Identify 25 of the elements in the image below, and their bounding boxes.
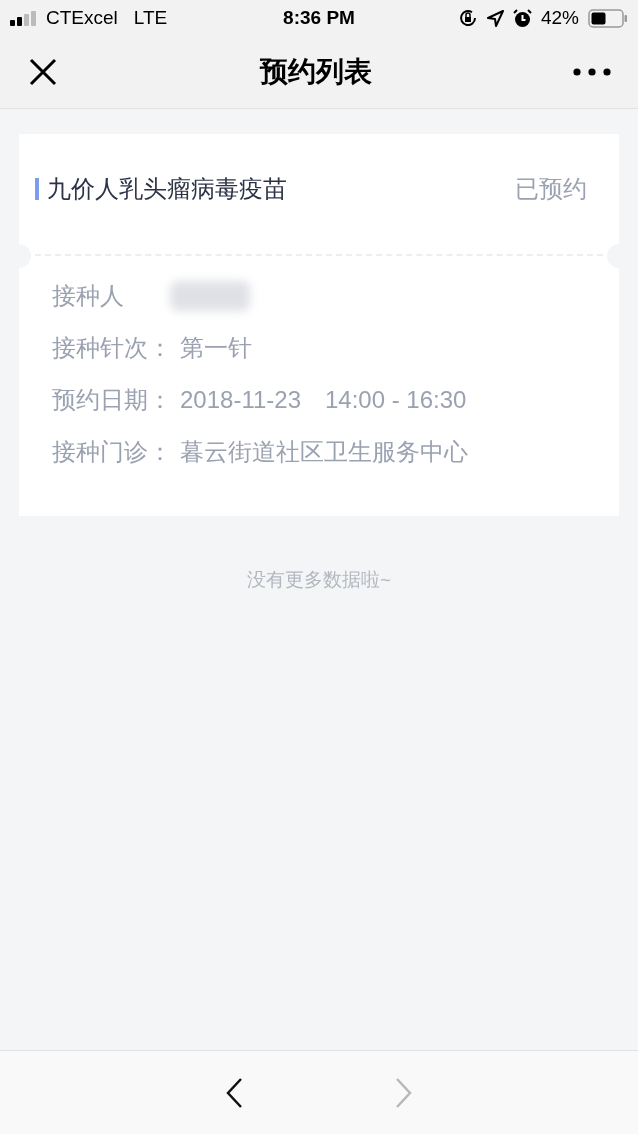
detail-label: 接种人 (52, 281, 125, 311)
detail-label: 接种针次： (52, 333, 173, 363)
detail-value: 第一针 (180, 333, 252, 363)
close-icon (29, 58, 57, 86)
page-title: 预约列表 (260, 55, 372, 89)
vaccine-name: 九价人乳头瘤病毒疫苗 (47, 174, 287, 204)
detail-value: 2018-11-23 14:00 - 16:30 (180, 385, 467, 415)
detail-value: 暮云街道社区卫生服务中心 (180, 437, 468, 467)
status-label: 已预约 (515, 174, 587, 204)
carrier-name: CTExcel (46, 5, 118, 30)
detail-label: 预约日期： (52, 385, 173, 415)
more-icon (573, 68, 611, 76)
network-type: LTE (133, 5, 168, 30)
accent-bar (35, 178, 39, 200)
location-arrow-icon (486, 9, 504, 27)
end-of-list-note: 没有更多数据啦~ (245, 568, 393, 592)
alarm-clock-icon (512, 8, 532, 28)
battery-icon (588, 8, 628, 28)
chevron-right-icon (395, 1076, 413, 1109)
chevron-left-icon (225, 1076, 243, 1109)
battery-percent: 42% (540, 5, 579, 30)
rotation-lock-icon (457, 8, 478, 28)
detail-label: 接种门诊： (52, 437, 173, 467)
clock-time: 8:36 PM (282, 5, 356, 30)
signal-icon (10, 10, 38, 26)
